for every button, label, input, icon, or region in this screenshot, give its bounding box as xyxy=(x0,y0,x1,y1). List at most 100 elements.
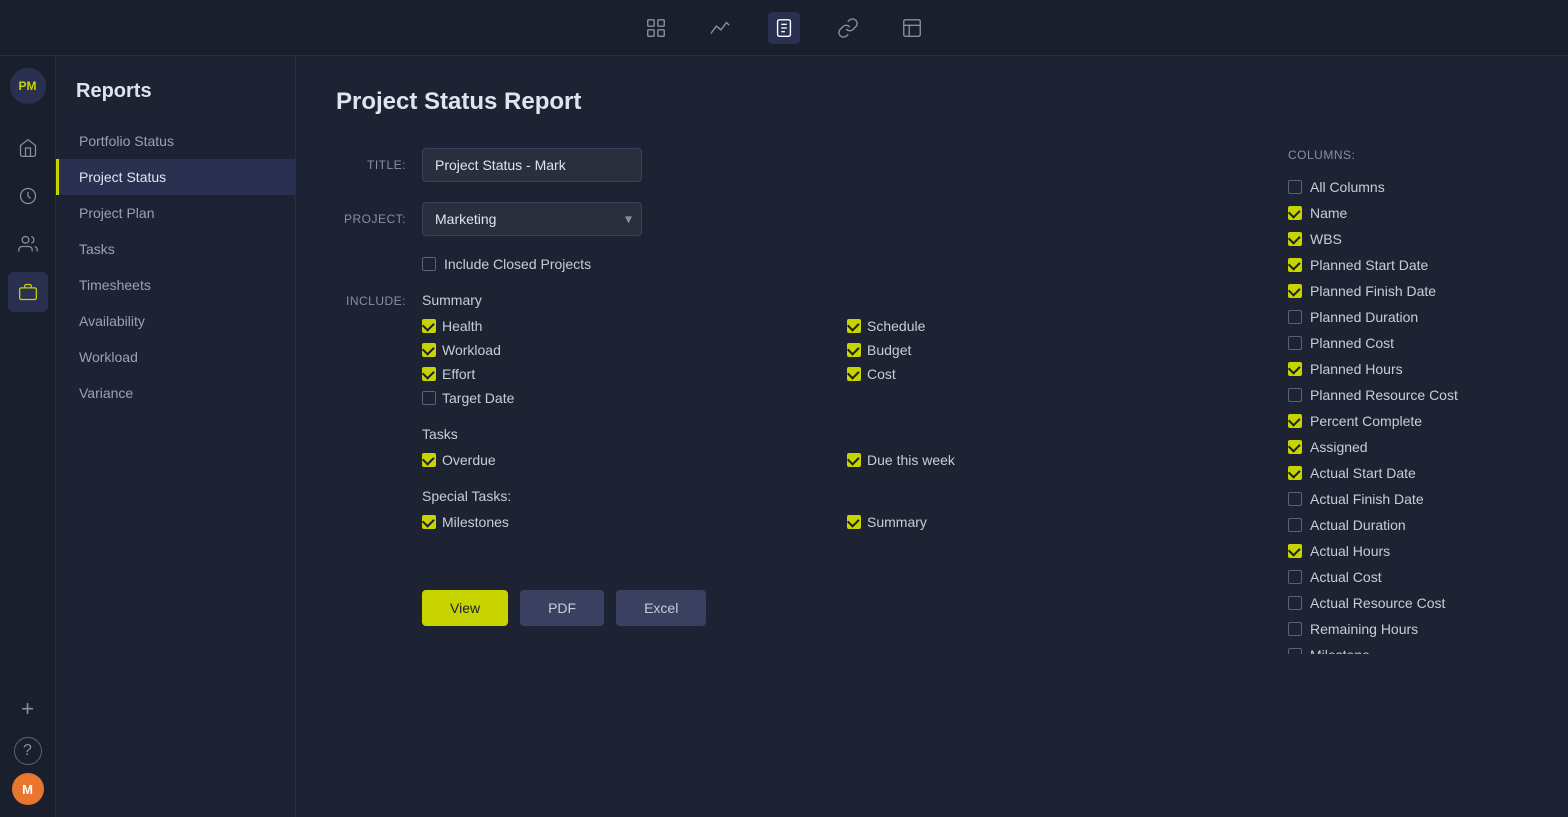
col-planned-resource-cost-checkbox[interactable] xyxy=(1288,388,1302,402)
view-button[interactable]: View xyxy=(422,590,508,626)
nav-home[interactable] xyxy=(8,128,48,168)
col-planned-duration-label: Planned Duration xyxy=(1310,309,1418,325)
col-actual-start-checkbox[interactable] xyxy=(1288,466,1302,480)
col-actual-start-label: Actual Start Date xyxy=(1310,465,1416,481)
col-actual-duration-checkbox[interactable] xyxy=(1288,518,1302,532)
include-section: INCLUDE: Summary Health Schedule xyxy=(336,292,1248,550)
page-title: Project Status Report xyxy=(336,88,1528,116)
budget-checkbox[interactable] xyxy=(847,343,861,357)
col-planned-cost-checkbox[interactable] xyxy=(1288,336,1302,350)
main-content: Project Status Report TITLE: PROJECT: Ma… xyxy=(296,56,1568,817)
health-label: Health xyxy=(442,318,482,334)
analytics-icon[interactable] xyxy=(704,12,736,44)
col-name-label: Name xyxy=(1310,205,1347,221)
sidebar-item-project-status[interactable]: Project Status xyxy=(56,159,295,195)
sidebar-item-variance[interactable]: Variance xyxy=(56,375,295,411)
columns-header: COLUMNS: xyxy=(1288,148,1528,162)
user-avatar[interactable]: M xyxy=(12,773,44,805)
include-closed-checkbox[interactable] xyxy=(422,257,436,271)
summary-checkbox[interactable] xyxy=(847,515,861,529)
layout-icon[interactable] xyxy=(896,12,928,44)
workload-checkbox[interactable] xyxy=(422,343,436,357)
search-zoom-icon[interactable] xyxy=(640,12,672,44)
col-milestone-label: Milestone xyxy=(1310,647,1370,654)
effort-checkbox[interactable] xyxy=(422,367,436,381)
excel-button[interactable]: Excel xyxy=(616,590,706,626)
overdue-checkbox[interactable] xyxy=(422,453,436,467)
include-cost: Cost xyxy=(847,366,1248,382)
col-percent-complete: Percent Complete xyxy=(1288,408,1520,434)
sidebar-item-timesheets[interactable]: Timesheets xyxy=(56,267,295,303)
col-actual-finish-checkbox[interactable] xyxy=(1288,492,1302,506)
nav-clock[interactable] xyxy=(8,176,48,216)
col-actual-cost-checkbox[interactable] xyxy=(1288,570,1302,584)
sidebar-item-portfolio-status[interactable]: Portfolio Status xyxy=(56,123,295,159)
nav-users[interactable] xyxy=(8,224,48,264)
col-planned-finish-checkbox[interactable] xyxy=(1288,284,1302,298)
budget-label: Budget xyxy=(867,342,911,358)
col-actual-hours-label: Actual Hours xyxy=(1310,543,1390,559)
sidebar-item-project-plan[interactable]: Project Plan xyxy=(56,195,295,231)
col-actual-duration: Actual Duration xyxy=(1288,512,1520,538)
sidebar-item-availability[interactable]: Availability xyxy=(56,303,295,339)
schedule-checkbox[interactable] xyxy=(847,319,861,333)
sidebar-item-tasks[interactable]: Tasks xyxy=(56,231,295,267)
col-planned-start-date: Planned Start Date xyxy=(1288,252,1520,278)
content-panels: TITLE: PROJECT: Marketing Include Closed xyxy=(336,148,1528,654)
target-date-label: Target Date xyxy=(442,390,514,406)
link-icon[interactable] xyxy=(832,12,864,44)
col-percent-complete-checkbox[interactable] xyxy=(1288,414,1302,428)
col-planned-hours-label: Planned Hours xyxy=(1310,361,1403,377)
project-select[interactable]: Marketing xyxy=(422,202,642,236)
summary-group-title: Summary xyxy=(422,292,1248,308)
col-planned-cost: Planned Cost xyxy=(1288,330,1520,356)
health-checkbox[interactable] xyxy=(422,319,436,333)
all-columns-checkbox[interactable] xyxy=(1288,180,1302,194)
col-planned-duration-checkbox[interactable] xyxy=(1288,310,1302,324)
columns-scroll: All Columns Name WBS Planned Start Date xyxy=(1288,174,1528,654)
col-actual-resource-cost: Actual Resource Cost xyxy=(1288,590,1520,616)
due-this-week-checkbox[interactable] xyxy=(847,453,861,467)
col-remaining-hours: Remaining Hours xyxy=(1288,616,1520,642)
col-planned-resource-cost: Planned Resource Cost xyxy=(1288,382,1520,408)
include-effort: Effort xyxy=(422,366,823,382)
col-wbs-checkbox[interactable] xyxy=(1288,232,1302,246)
sidebar-item-workload[interactable]: Workload xyxy=(56,339,295,375)
nav-help[interactable]: ? xyxy=(14,737,42,765)
col-planned-hours-checkbox[interactable] xyxy=(1288,362,1302,376)
nav-add[interactable]: + xyxy=(8,689,48,729)
include-workload: Workload xyxy=(422,342,823,358)
col-planned-resource-cost-label: Planned Resource Cost xyxy=(1310,387,1458,403)
col-planned-start-checkbox[interactable] xyxy=(1288,258,1302,272)
include-health: Health xyxy=(422,318,823,334)
col-actual-hours-checkbox[interactable] xyxy=(1288,544,1302,558)
col-percent-complete-label: Percent Complete xyxy=(1310,413,1422,429)
project-select-wrapper: Marketing xyxy=(422,202,642,236)
col-name-checkbox[interactable] xyxy=(1288,206,1302,220)
col-actual-duration-label: Actual Duration xyxy=(1310,517,1406,533)
pdf-button[interactable]: PDF xyxy=(520,590,604,626)
milestones-checkbox[interactable] xyxy=(422,515,436,529)
include-label: INCLUDE: xyxy=(336,292,406,550)
col-actual-resource-cost-checkbox[interactable] xyxy=(1288,596,1302,610)
due-this-week-label: Due this week xyxy=(867,452,955,468)
col-planned-hours: Planned Hours xyxy=(1288,356,1520,382)
schedule-label: Schedule xyxy=(867,318,925,334)
col-actual-cost-label: Actual Cost xyxy=(1310,569,1382,585)
col-actual-start-date: Actual Start Date xyxy=(1288,460,1520,486)
col-planned-finish-label: Planned Finish Date xyxy=(1310,283,1436,299)
col-planned-finish-date: Planned Finish Date xyxy=(1288,278,1520,304)
nav-briefcase[interactable] xyxy=(8,272,48,312)
cost-checkbox[interactable] xyxy=(847,367,861,381)
clipboard-icon[interactable] xyxy=(768,12,800,44)
app-logo[interactable]: PM xyxy=(10,68,46,104)
special-tasks-grid: Milestones Summary xyxy=(422,514,1248,530)
include-target-date: Target Date xyxy=(422,390,823,406)
target-date-checkbox[interactable] xyxy=(422,391,436,405)
col-milestone-checkbox[interactable] xyxy=(1288,648,1302,654)
col-assigned-checkbox[interactable] xyxy=(1288,440,1302,454)
title-input[interactable] xyxy=(422,148,642,182)
tasks-grid: Overdue Due this week xyxy=(422,452,1248,468)
milestones-label: Milestones xyxy=(442,514,509,530)
col-remaining-hours-checkbox[interactable] xyxy=(1288,622,1302,636)
